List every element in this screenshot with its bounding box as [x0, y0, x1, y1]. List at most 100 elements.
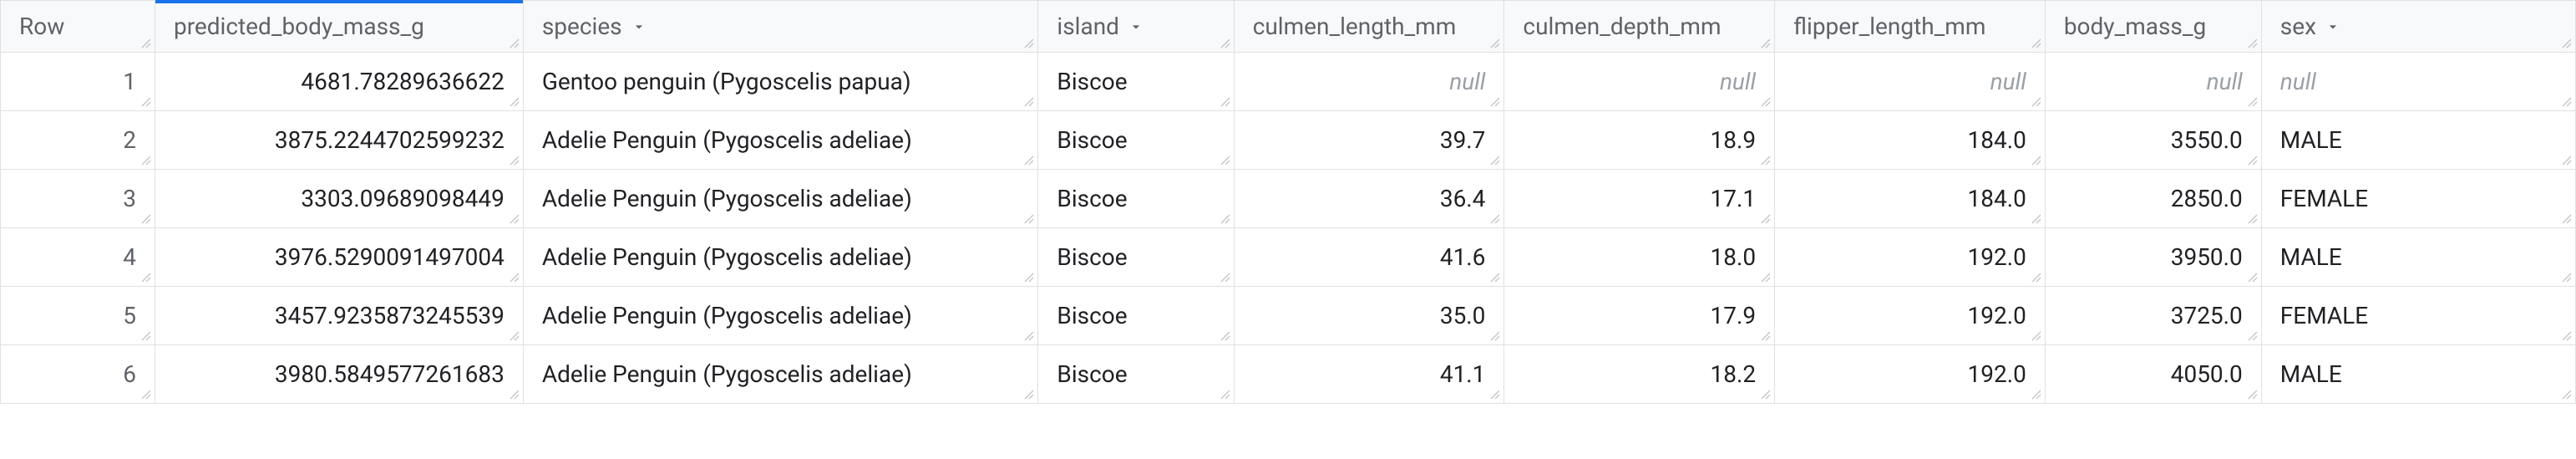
dropdown-icon[interactable]: [2325, 18, 2341, 35]
resize-handle-icon[interactable]: [1022, 95, 1036, 109]
resize-handle-icon[interactable]: [508, 388, 521, 401]
cell-culmend: null: [1504, 53, 1775, 111]
resize-handle-icon[interactable]: [2560, 329, 2573, 343]
resize-handle-icon[interactable]: [139, 37, 153, 50]
table-row[interactable]: 33303.09689098449Adelie Penguin (Pygosce…: [1, 170, 2576, 228]
cell-value: 2: [123, 126, 136, 154]
resize-handle-icon[interactable]: [2560, 271, 2573, 284]
cell-mass: 2850.0: [2045, 170, 2261, 228]
resize-handle-icon[interactable]: [1219, 37, 1232, 50]
resize-handle-icon[interactable]: [2560, 95, 2573, 109]
column-label: culmen_length_mm: [1253, 13, 1457, 40]
cell-value: Biscoe: [1057, 360, 1127, 388]
resize-handle-icon[interactable]: [2030, 37, 2043, 50]
resize-handle-icon[interactable]: [1488, 212, 1502, 226]
resize-handle-icon[interactable]: [1488, 329, 1502, 343]
resize-handle-icon[interactable]: [1219, 271, 1232, 284]
resize-handle-icon[interactable]: [1759, 329, 1772, 343]
column-header-flip[interactable]: flipper_length_mm: [1775, 1, 2046, 53]
resize-handle-icon[interactable]: [139, 154, 153, 167]
resize-handle-icon[interactable]: [508, 95, 521, 109]
resize-handle-icon[interactable]: [139, 271, 153, 284]
resize-handle-icon[interactable]: [1219, 212, 1232, 226]
cell-row: 2: [1, 111, 155, 170]
cell-value: Gentoo penguin (Pygoscelis papua): [542, 68, 911, 95]
resize-handle-icon[interactable]: [508, 37, 521, 50]
resize-handle-icon[interactable]: [1219, 95, 1232, 109]
resize-handle-icon[interactable]: [1759, 95, 1772, 109]
resize-handle-icon[interactable]: [508, 271, 521, 284]
resize-handle-icon[interactable]: [2560, 388, 2573, 401]
resize-handle-icon[interactable]: [139, 212, 153, 226]
resize-handle-icon[interactable]: [1759, 154, 1772, 167]
column-header-culmenl[interactable]: culmen_length_mm: [1234, 1, 1504, 53]
resize-handle-icon[interactable]: [1759, 271, 1772, 284]
cell-value: Biscoe: [1057, 302, 1127, 329]
resize-handle-icon[interactable]: [2246, 37, 2259, 50]
cell-value: Biscoe: [1057, 185, 1127, 212]
resize-handle-icon[interactable]: [1488, 154, 1502, 167]
table-row[interactable]: 14681.78289636622Gentoo penguin (Pygosce…: [1, 53, 2576, 111]
table-row[interactable]: 63980.5849577261683Adelie Penguin (Pygos…: [1, 345, 2576, 404]
resize-handle-icon[interactable]: [2030, 95, 2043, 109]
resize-handle-icon[interactable]: [2560, 37, 2573, 50]
resize-handle-icon[interactable]: [1759, 37, 1772, 50]
resize-handle-icon[interactable]: [139, 329, 153, 343]
resize-handle-icon[interactable]: [1219, 154, 1232, 167]
cell-culmenl: null: [1234, 53, 1504, 111]
table-row[interactable]: 53457.9235873245539Adelie Penguin (Pygos…: [1, 287, 2576, 345]
resize-handle-icon[interactable]: [1022, 154, 1036, 167]
resize-handle-icon[interactable]: [1759, 212, 1772, 226]
cell-value: 3950.0: [2171, 243, 2243, 271]
resize-handle-icon[interactable]: [2030, 154, 2043, 167]
resize-handle-icon[interactable]: [1022, 37, 1036, 50]
resize-handle-icon[interactable]: [1219, 388, 1232, 401]
resize-handle-icon[interactable]: [1219, 329, 1232, 343]
table-row[interactable]: 43976.5290091497004Adelie Penguin (Pygos…: [1, 228, 2576, 287]
resize-handle-icon[interactable]: [1488, 271, 1502, 284]
column-header-mass[interactable]: body_mass_g: [2045, 1, 2261, 53]
column-header-pred[interactable]: predicted_body_mass_g: [155, 1, 523, 53]
resize-handle-icon[interactable]: [2246, 388, 2259, 401]
cell-culmenl: 41.6: [1234, 228, 1504, 287]
cell-value: Adelie Penguin (Pygoscelis adeliae): [542, 360, 912, 388]
dropdown-icon[interactable]: [1128, 18, 1144, 35]
resize-handle-icon[interactable]: [2030, 388, 2043, 401]
cell-flip: 184.0: [1775, 111, 2046, 170]
resize-handle-icon[interactable]: [1488, 388, 1502, 401]
cell-value: 36.4: [1440, 185, 1486, 212]
resize-handle-icon[interactable]: [1022, 212, 1036, 226]
resize-handle-icon[interactable]: [139, 95, 153, 109]
resize-handle-icon[interactable]: [2560, 154, 2573, 167]
resize-handle-icon[interactable]: [508, 212, 521, 226]
resize-handle-icon[interactable]: [1759, 388, 1772, 401]
column-header-row[interactable]: Row: [1, 1, 155, 53]
cell-value: MALE: [2280, 360, 2342, 388]
column-label: flipper_length_mm: [1793, 13, 1985, 40]
resize-handle-icon[interactable]: [508, 329, 521, 343]
column-header-culmend[interactable]: culmen_depth_mm: [1504, 1, 1775, 53]
resize-handle-icon[interactable]: [2030, 212, 2043, 226]
resize-handle-icon[interactable]: [2246, 212, 2259, 226]
column-header-sex[interactable]: sex: [2261, 1, 2575, 53]
resize-handle-icon[interactable]: [508, 154, 521, 167]
resize-handle-icon[interactable]: [2246, 271, 2259, 284]
resize-handle-icon[interactable]: [2246, 95, 2259, 109]
resize-handle-icon[interactable]: [1022, 388, 1036, 401]
resize-handle-icon[interactable]: [1488, 37, 1502, 50]
resize-handle-icon[interactable]: [2246, 154, 2259, 167]
resize-handle-icon[interactable]: [1022, 271, 1036, 284]
column-header-species[interactable]: species: [523, 1, 1038, 53]
dropdown-icon[interactable]: [631, 18, 647, 35]
resize-handle-icon[interactable]: [2030, 329, 2043, 343]
table-row[interactable]: 23875.2244702599232Adelie Penguin (Pygos…: [1, 111, 2576, 170]
resize-handle-icon[interactable]: [2246, 329, 2259, 343]
cell-island: Biscoe: [1038, 53, 1234, 111]
resize-handle-icon[interactable]: [139, 388, 153, 401]
resize-handle-icon[interactable]: [1022, 329, 1036, 343]
column-header-island[interactable]: island: [1038, 1, 1234, 53]
cell-value: Biscoe: [1057, 126, 1127, 154]
resize-handle-icon[interactable]: [2560, 212, 2573, 226]
resize-handle-icon[interactable]: [1488, 95, 1502, 109]
resize-handle-icon[interactable]: [2030, 271, 2043, 284]
